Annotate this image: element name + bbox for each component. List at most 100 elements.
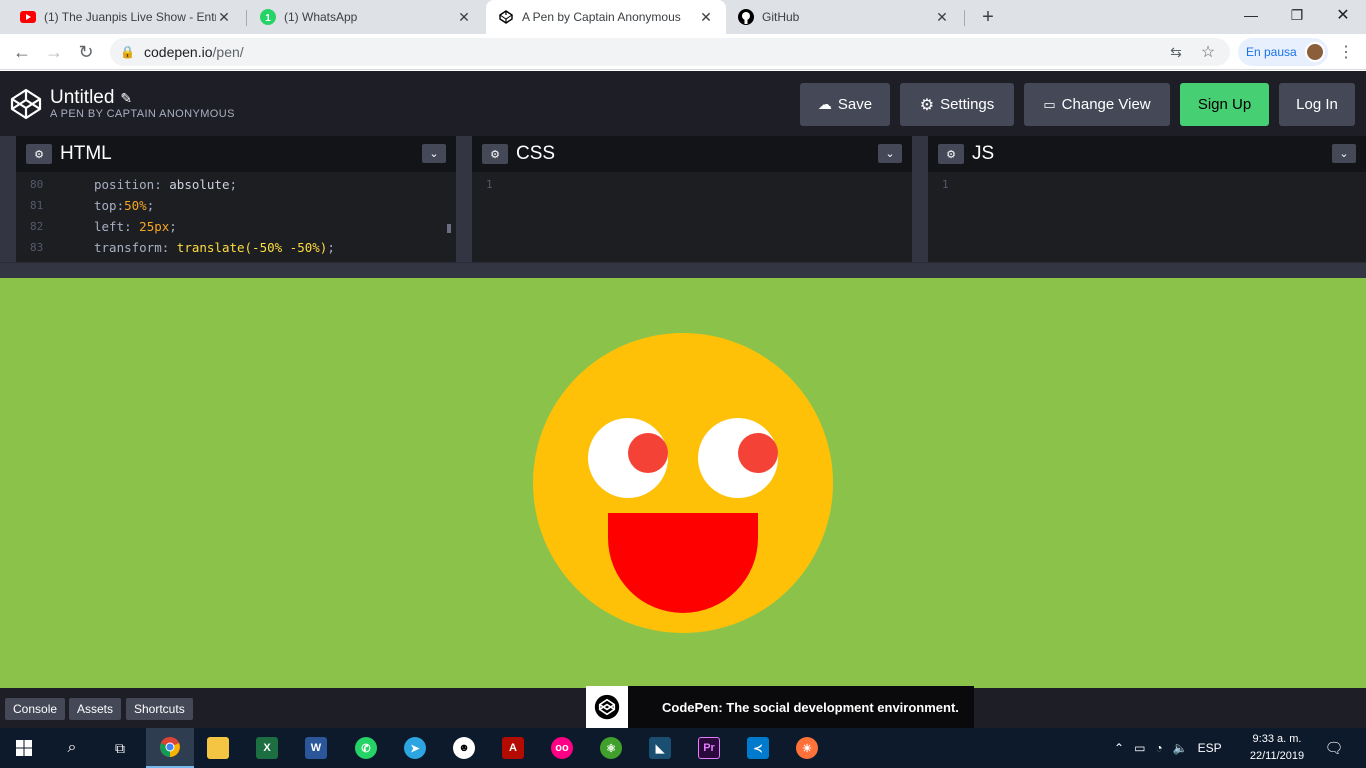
excel-icon[interactable]: X bbox=[243, 728, 291, 768]
address-bar[interactable]: 🔒 codepen.io/pen/ bbox=[110, 38, 1230, 66]
url-path: /pen/ bbox=[212, 44, 244, 60]
tab-codepen[interactable]: A Pen by Captain Anonymous ✕ bbox=[486, 0, 726, 34]
right-pupil bbox=[738, 433, 778, 473]
chevron-down-icon[interactable]: ⌄ bbox=[1332, 144, 1356, 163]
close-tab-icon[interactable]: ✕ bbox=[934, 9, 950, 25]
whatsapp-icon[interactable]: ✆ bbox=[342, 728, 390, 768]
codepen-header: Untitled ✎ A PEN BY CAPTAIN ANONYMOUS ☁ … bbox=[0, 71, 1366, 136]
code-area[interactable]: 1 bbox=[472, 174, 912, 262]
log-in-button[interactable]: Log In bbox=[1279, 83, 1355, 126]
js-editor[interactable]: ⚙ JS ⌄ 1 bbox=[928, 136, 1366, 262]
window-icon: ▭ bbox=[1043, 96, 1056, 112]
result-preview bbox=[0, 278, 1366, 688]
sign-up-button[interactable]: Sign Up bbox=[1180, 83, 1269, 126]
translate-icon[interactable]: ⇆ bbox=[1164, 40, 1188, 64]
tab-divider bbox=[964, 10, 965, 26]
chevron-down-icon[interactable]: ⌄ bbox=[878, 144, 902, 163]
system-tray: ⌃ ▭ ◔ 🔈 ESP bbox=[1114, 728, 1222, 768]
code-area[interactable]: 1 bbox=[928, 174, 1366, 262]
task-view-icon[interactable]: ⧉ bbox=[96, 728, 144, 768]
volume-icon[interactable]: 🔈 bbox=[1173, 741, 1188, 755]
codepen-logo-icon[interactable] bbox=[10, 88, 42, 120]
wifi-icon[interactable]: ◔ bbox=[1155, 741, 1162, 755]
editor-title: JS bbox=[972, 143, 995, 164]
acrobat-icon[interactable]: A bbox=[489, 728, 537, 768]
css-property: left bbox=[94, 219, 125, 234]
start-icon[interactable] bbox=[0, 728, 48, 768]
editor-resize-handle[interactable] bbox=[912, 136, 928, 262]
battery-icon[interactable]: ▭ bbox=[1134, 741, 1145, 755]
css-editor[interactable]: ⚙ CSS ⌄ 1 bbox=[472, 136, 912, 262]
atom-icon[interactable]: ⚛ bbox=[587, 728, 635, 768]
close-tab-icon[interactable]: ✕ bbox=[698, 9, 714, 25]
assets-button[interactable]: Assets bbox=[69, 698, 122, 720]
flickr-icon[interactable]: oo bbox=[538, 728, 586, 768]
tab-whatsapp[interactable]: 1 (1) WhatsApp ✕ bbox=[248, 0, 484, 34]
premiere-icon[interactable]: Pr bbox=[685, 728, 733, 768]
pencil-icon[interactable]: ✎ bbox=[120, 90, 132, 107]
gear-icon[interactable]: ⚙ bbox=[482, 144, 508, 164]
napster-icon[interactable]: ☻ bbox=[440, 728, 488, 768]
forward-button[interactable]: → bbox=[40, 38, 68, 66]
tab-title: (1) The Juanpis Live Show - Entre bbox=[44, 10, 216, 24]
word-icon[interactable]: W bbox=[292, 728, 340, 768]
close-tab-icon[interactable]: ✕ bbox=[456, 9, 472, 25]
code-line: 1 bbox=[928, 174, 1366, 195]
save-button[interactable]: ☁ Save bbox=[800, 83, 890, 126]
css-value: translate(-50% -50%) bbox=[176, 240, 328, 255]
css-value: 50% bbox=[124, 198, 147, 213]
close-window-button[interactable]: ✕ bbox=[1320, 0, 1366, 30]
gear-icon[interactable]: ⚙ bbox=[938, 144, 964, 164]
pen-title[interactable]: Untitled ✎ bbox=[50, 87, 132, 109]
log-in-label: Log In bbox=[1296, 96, 1338, 113]
search-icon[interactable]: ⌕ bbox=[48, 728, 96, 768]
browser-menu-icon[interactable]: ⋮ bbox=[1336, 38, 1356, 66]
gear-icon[interactable]: ⚙ bbox=[26, 144, 52, 164]
cloud-icon: ☁ bbox=[817, 96, 832, 112]
tab-github[interactable]: GitHub ✕ bbox=[726, 0, 962, 34]
firefox-icon[interactable]: ☀ bbox=[783, 728, 831, 768]
chevron-up-icon[interactable]: ⌃ bbox=[1114, 741, 1124, 755]
browser-toolbar: ← → ↻ 🔒 codepen.io/pen/ ⇆ ☆ bbox=[0, 34, 1366, 70]
settings-label: Settings bbox=[940, 96, 995, 113]
line-number: 82 bbox=[30, 220, 44, 233]
css-property: top bbox=[94, 198, 117, 213]
css-editor-header: ⚙ CSS ⌄ bbox=[472, 136, 912, 172]
editor-resize-handle[interactable] bbox=[456, 136, 472, 262]
shortcuts-button[interactable]: Shortcuts bbox=[126, 698, 193, 720]
chrome-icon[interactable] bbox=[146, 728, 194, 768]
close-tab-icon[interactable]: ✕ bbox=[216, 9, 232, 25]
line-number: 83 bbox=[30, 241, 44, 254]
restore-button[interactable]: ❐ bbox=[1274, 0, 1320, 30]
mysql-workbench-icon[interactable]: ◣ bbox=[636, 728, 684, 768]
notification-icon[interactable]: 🗨 bbox=[1310, 728, 1358, 768]
left-eye bbox=[588, 418, 668, 498]
editor-scrollbar[interactable] bbox=[447, 224, 451, 233]
svg-text:1: 1 bbox=[265, 13, 271, 24]
reload-button[interactable]: ↻ bbox=[72, 38, 100, 66]
back-button[interactable]: ← bbox=[8, 38, 36, 66]
codepen-toast[interactable]: CodePen: The social development environm… bbox=[586, 686, 974, 728]
telegram-icon[interactable]: ➤ bbox=[391, 728, 439, 768]
codepen-logo-icon bbox=[586, 686, 628, 728]
lock-icon: 🔒 bbox=[120, 45, 135, 59]
code-area[interactable]: 80 position: absolute; 81 top:50%; 82 le… bbox=[16, 174, 456, 262]
minimize-button[interactable]: — bbox=[1228, 0, 1274, 30]
preview-resize-handle[interactable] bbox=[0, 262, 1366, 278]
vscode-icon[interactable]: ≺ bbox=[734, 728, 782, 768]
github-icon bbox=[738, 9, 754, 25]
tab-youtube[interactable]: (1) The Juanpis Live Show - Entre ✕ bbox=[8, 0, 244, 34]
settings-button[interactable]: ⚙ Settings bbox=[900, 83, 1014, 126]
html-editor[interactable]: ⚙ HTML ⌄ 80 position: absolute; 81 top:5… bbox=[16, 136, 456, 262]
taskbar-clock[interactable]: 9:33 a. m. 22/11/2019 bbox=[1240, 731, 1314, 765]
avatar bbox=[1304, 42, 1325, 62]
profile-button[interactable]: En pausa bbox=[1238, 38, 1328, 66]
change-view-button[interactable]: ▭ Change View bbox=[1024, 83, 1170, 126]
language-indicator[interactable]: ESP bbox=[1198, 741, 1222, 755]
pen-title-text: Untitled bbox=[50, 87, 115, 108]
chevron-down-icon[interactable]: ⌄ bbox=[422, 144, 446, 163]
new-tab-button[interactable]: + bbox=[976, 5, 1000, 29]
file-explorer-icon[interactable] bbox=[194, 728, 242, 768]
bookmark-star-icon[interactable]: ☆ bbox=[1196, 40, 1220, 64]
console-button[interactable]: Console bbox=[5, 698, 66, 720]
